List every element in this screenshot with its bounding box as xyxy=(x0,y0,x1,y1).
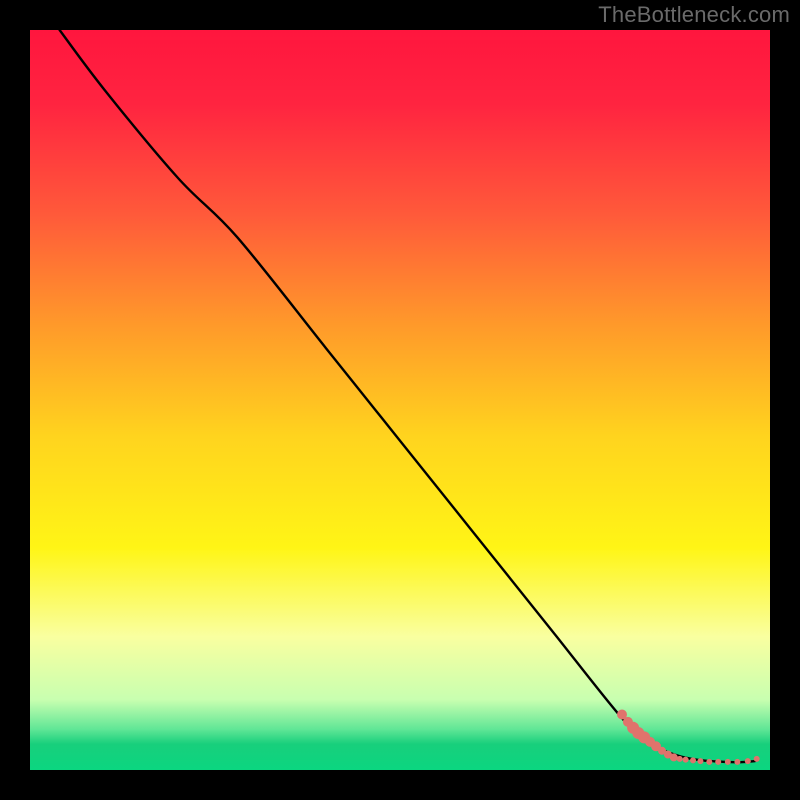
chart-stage: TheBottleneck.com xyxy=(0,0,800,800)
plot-area xyxy=(30,30,770,770)
data-point xyxy=(734,759,740,765)
data-point xyxy=(690,757,696,763)
data-point xyxy=(706,759,712,765)
chart-svg xyxy=(30,30,770,770)
data-point xyxy=(683,757,689,763)
data-point xyxy=(697,758,703,764)
data-point xyxy=(715,759,721,765)
data-point xyxy=(725,759,731,765)
gradient-background xyxy=(30,30,770,770)
data-point xyxy=(670,753,678,761)
data-point xyxy=(745,758,751,764)
data-point xyxy=(754,756,760,762)
watermark-text: TheBottleneck.com xyxy=(598,2,790,28)
data-point xyxy=(677,756,683,762)
